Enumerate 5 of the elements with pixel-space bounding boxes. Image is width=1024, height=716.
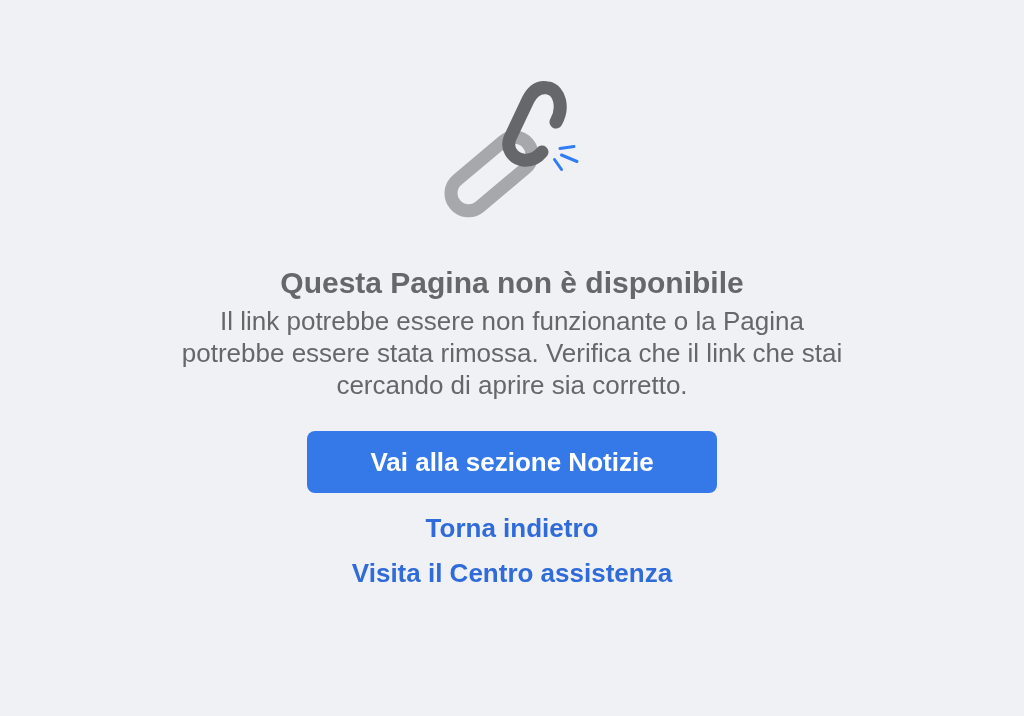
text-link[interactable]: Torna indietro — [425, 511, 599, 545]
error-message: Il link potrebbe essere non funzionante o la Pagina potrebbe essere stata rimossa. Verifica che il link che stai cercando di aprire sia corretto. — [180, 305, 844, 401]
news-feed-button[interactable]: Vai alla sezione Notizie — [307, 431, 717, 493]
page-title: Questa Pagina non è disponibile — [280, 266, 744, 300]
text-link[interactable]: Visita il Centro assistenza — [351, 556, 673, 590]
